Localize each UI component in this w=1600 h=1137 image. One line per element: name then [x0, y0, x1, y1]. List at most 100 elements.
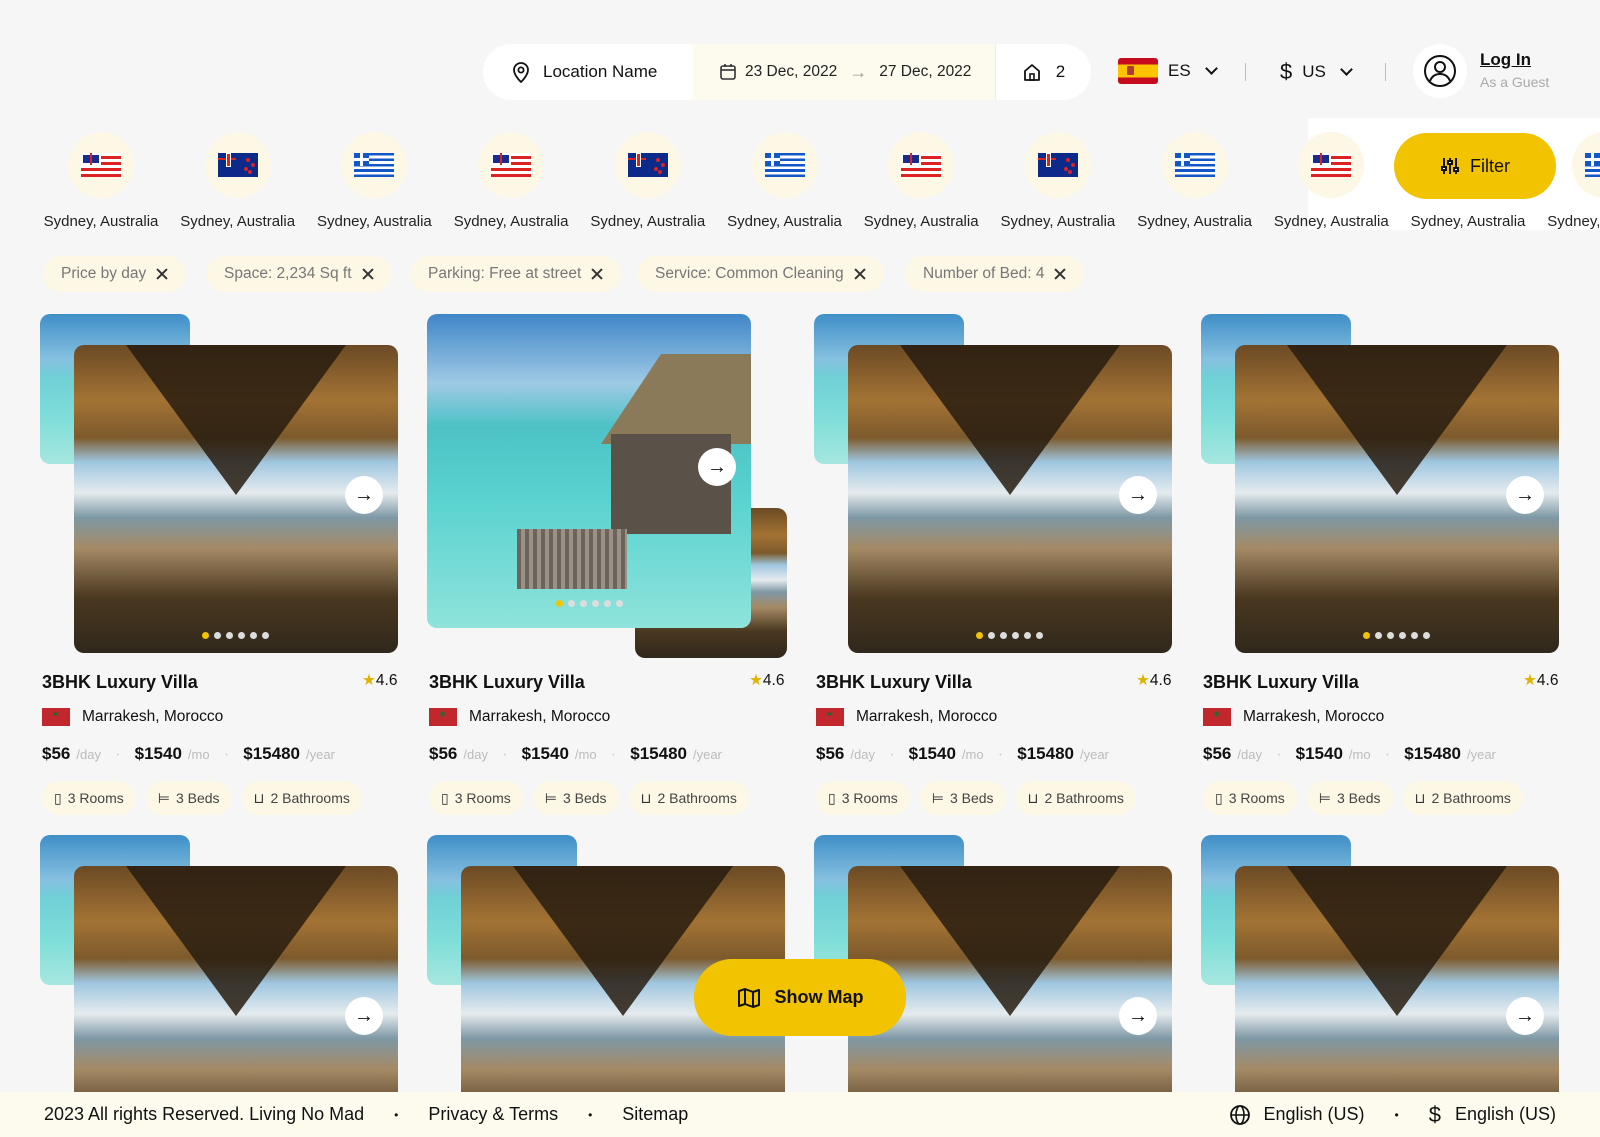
listing-title[interactable]: 3BHK Luxury Villa: [429, 672, 585, 693]
price-unit: /day: [850, 747, 875, 762]
location-text: Marrakesh, Morocco: [856, 708, 998, 725]
destination-item[interactable]: Sydney, Australia: [1263, 132, 1399, 230]
feature-label: 2 Bathrooms: [1431, 790, 1511, 806]
destination-item[interactable]: Sydney, Australia: [580, 132, 716, 230]
filter-chip[interactable]: Number of Bed: 4: [905, 256, 1085, 292]
footer-language-selector[interactable]: English (US): [1229, 1104, 1365, 1126]
destination-item[interactable]: Sydney, Australia: [1127, 132, 1263, 230]
destination-flag-badge: [1571, 132, 1600, 198]
rating-value: 4.6: [375, 672, 398, 689]
feature-badge: ▯ 3 Rooms: [1203, 781, 1297, 815]
close-icon[interactable]: [591, 268, 603, 280]
price-unit: /day: [76, 747, 101, 762]
separator-dot: ·: [888, 744, 895, 763]
filter-button[interactable]: Filter: [1394, 133, 1556, 199]
destination-item[interactable]: Sydney, Australia: [717, 132, 853, 230]
language-selector[interactable]: ES: [1118, 58, 1218, 84]
listing-prices: $56/day · $1540/mo · $15480/year: [1203, 744, 1504, 764]
bed-icon: ⊨: [931, 789, 944, 806]
rooms-field[interactable]: 2: [995, 44, 1091, 100]
listing-prices: $56/day · $1540/mo · $15480/year: [42, 744, 343, 764]
destination-label: Sydney, Australia: [1273, 213, 1389, 230]
feature-badge: ⊔ 2 Bathrooms: [1402, 781, 1523, 815]
destination-item[interactable]: Sydney, Australia: [853, 132, 989, 230]
destination-item[interactable]: Sydney, Australia: [33, 132, 169, 230]
destination-item[interactable]: Sydney, Australia: [306, 132, 442, 230]
filter-chip[interactable]: Parking: Free at street: [410, 256, 622, 292]
price-unit: /mo: [961, 747, 984, 762]
separator-dot: •: [588, 1107, 593, 1122]
divider: [1385, 63, 1386, 81]
destination-item[interactable]: Sydney, Australia: [170, 132, 306, 230]
date-from[interactable]: 23 Dec, 2022: [745, 63, 837, 81]
listing-title[interactable]: 3BHK Luxury Villa: [816, 672, 972, 693]
login-block[interactable]: Log In As a Guest: [1480, 50, 1549, 90]
bed-icon: ⊨: [544, 789, 557, 806]
filter-chip[interactable]: Service: Common Cleaning: [637, 256, 884, 292]
feature-label: 3 Beds: [562, 790, 607, 806]
next-photo-button[interactable]: →: [345, 997, 383, 1035]
login-link[interactable]: Log In: [1480, 50, 1549, 70]
filter-chip-label: Number of Bed: 4: [923, 265, 1045, 282]
next-photo-button[interactable]: →: [698, 448, 736, 486]
location-input[interactable]: Location Name: [543, 62, 657, 82]
bathtub-icon: ⊔: [1414, 789, 1426, 806]
user-avatar[interactable]: [1413, 44, 1467, 98]
close-icon[interactable]: [362, 268, 374, 280]
destination-flag-badge: [1161, 132, 1228, 198]
destination-label: Sydney, Australia: [43, 213, 159, 230]
feature-label: 3 Beds: [949, 790, 994, 806]
footer-currency-selector[interactable]: $ English (US): [1429, 1102, 1556, 1128]
filter-chip-label: Service: Common Cleaning: [655, 265, 844, 282]
next-photo-button[interactable]: →: [1506, 997, 1544, 1035]
close-icon[interactable]: [156, 268, 168, 280]
price-value: $56: [429, 744, 458, 763]
destination-item[interactable]: Sydney, Australia: [990, 132, 1126, 230]
location-field[interactable]: Location Name: [483, 44, 693, 100]
date-range-field[interactable]: 23 Dec, 2022 → 27 Dec, 2022: [693, 44, 995, 100]
close-icon[interactable]: [854, 268, 866, 280]
destination-item[interactable]: Sydney, Australia: [443, 132, 579, 230]
feature-label: 2 Bathrooms: [1044, 790, 1124, 806]
bed-icon: ⊨: [157, 789, 170, 806]
destination-flag-badge: [341, 132, 408, 198]
currency-selector[interactable]: $ US: [1280, 59, 1353, 85]
close-icon[interactable]: [1054, 268, 1066, 280]
date-to[interactable]: 27 Dec, 2022: [879, 63, 971, 81]
hawaii-flag-icon: [491, 153, 532, 177]
morocco-flag-icon: [429, 708, 457, 726]
sitemap-link[interactable]: Sitemap: [622, 1104, 688, 1125]
listing-title[interactable]: 3BHK Luxury Villa: [42, 672, 198, 693]
price-unit: /year: [1466, 747, 1496, 762]
greece-flag-icon: [764, 153, 805, 177]
filter-chip[interactable]: Space: 2,234 Sq ft: [206, 256, 392, 292]
destination-flag-badge: [751, 132, 818, 198]
destination-flag-badge: [1024, 132, 1091, 198]
chevron-down-icon: [1340, 63, 1353, 76]
photo-pagination: [202, 632, 269, 639]
filter-chip-label: Space: 2,234 Sq ft: [224, 265, 352, 282]
next-photo-button[interactable]: →: [345, 476, 383, 514]
privacy-link[interactable]: Privacy & Terms: [428, 1104, 558, 1125]
destination-label: Sydney, Australia: [180, 213, 296, 230]
destination-label: Sydney, Australia: [316, 213, 432, 230]
next-photo-button[interactable]: →: [1506, 476, 1544, 514]
dollar-icon: $: [1428, 1101, 1441, 1127]
price-value: $15480: [1017, 744, 1074, 763]
next-photo-button[interactable]: →: [1119, 997, 1157, 1035]
filter-label: Filter: [1470, 155, 1510, 176]
morocco-flag-icon: [1203, 708, 1231, 726]
feature-badge: ⊨ 3 Beds: [145, 781, 232, 815]
listing-rating: ★4.6: [749, 671, 784, 690]
star-icon: ★: [1136, 672, 1150, 689]
listing-prices: $56/day · $1540/mo · $15480/year: [816, 744, 1117, 764]
listing-title[interactable]: 3BHK Luxury Villa: [1203, 672, 1359, 693]
next-photo-button[interactable]: →: [1119, 476, 1157, 514]
listing-location: Marrakesh, Morocco: [429, 708, 610, 726]
filter-chip[interactable]: Price by day: [43, 256, 187, 292]
show-map-button[interactable]: Show Map: [694, 959, 906, 1036]
location-text: Marrakesh, Morocco: [1243, 708, 1385, 725]
price-value: $1540: [134, 744, 182, 763]
feature-badge: ▯ 3 Rooms: [429, 781, 523, 815]
destination-label: Sydney, Australia: [1410, 213, 1526, 230]
